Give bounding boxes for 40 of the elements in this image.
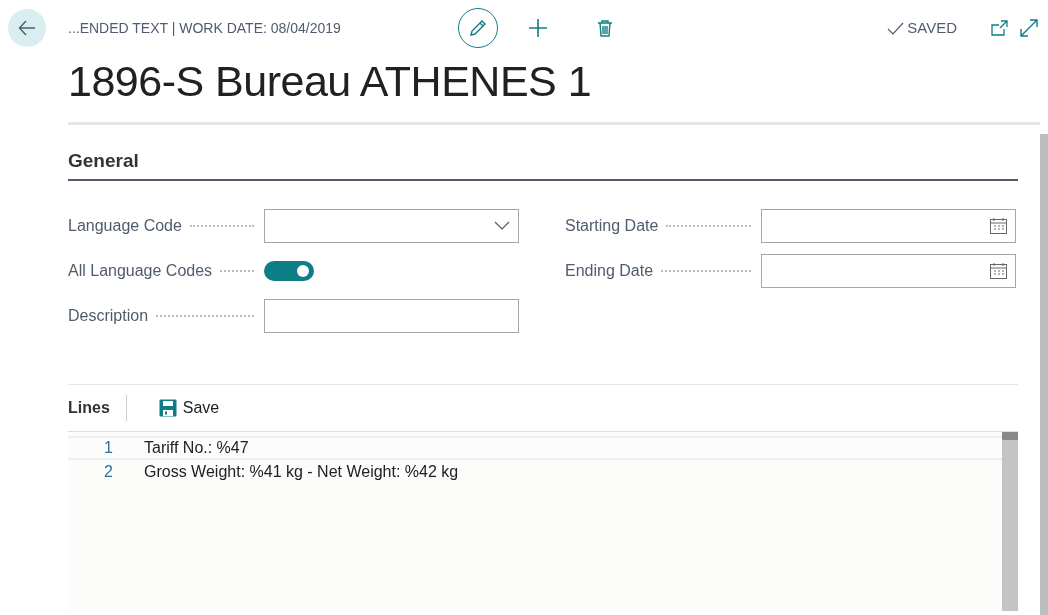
field-label: All Language Codes <box>68 260 213 281</box>
expand-icon <box>1020 19 1038 37</box>
page-caption: ...ENDED TEXT | WORK DATE: 08/04/2019 <box>68 18 342 38</box>
field-label: Ending Date <box>565 260 654 281</box>
page-title: 1896-S Bureau ATHENES 1 <box>68 56 593 107</box>
check-icon <box>887 20 905 36</box>
save-icon <box>158 399 177 418</box>
grid-row[interactable]: 1 Tariff No.: %47 <box>68 436 1002 461</box>
saved-label: SAVED <box>907 17 957 38</box>
new-button[interactable] <box>528 18 548 38</box>
back-button[interactable] <box>8 9 46 47</box>
back-arrow-icon <box>18 19 36 37</box>
line-text: Tariff No.: %47 <box>144 438 249 459</box>
field-label: Description <box>68 305 149 326</box>
dropdown-field[interactable] <box>264 208 519 243</box>
calendar-icon <box>990 262 1007 279</box>
date-field[interactable] <box>761 208 1016 243</box>
delete-button[interactable] <box>596 18 614 38</box>
chevron-down-icon <box>494 221 510 231</box>
field-label: Language Code <box>68 215 182 236</box>
text-field[interactable] <box>264 298 519 333</box>
field-label: Starting Date <box>565 215 659 236</box>
trash-icon <box>596 18 614 38</box>
save-button[interactable]: Save <box>158 396 220 421</box>
line-number: 1 <box>103 438 113 459</box>
pencil-icon <box>468 18 488 38</box>
date-field[interactable] <box>761 253 1016 288</box>
external-window-icon <box>991 20 1008 36</box>
grid-row[interactable]: 2 Gross Weight: %41 kg - Net Weight: %42 kg <box>68 460 1002 485</box>
section-heading: General <box>68 124 1018 182</box>
plus-icon <box>528 18 548 38</box>
open-new-window-button[interactable] <box>991 20 1008 36</box>
expand-button[interactable] <box>1020 19 1038 37</box>
page-scrollbar[interactable] <box>1040 134 1048 615</box>
toggle-switch[interactable] <box>264 260 314 281</box>
section-heading: Lines <box>68 395 127 422</box>
line-number: 2 <box>103 462 113 483</box>
line-text: Gross Weight: %41 kg - Net Weight: %42 kg <box>144 462 459 483</box>
calendar-icon <box>990 217 1007 234</box>
scrollbar[interactable] <box>1002 432 1018 612</box>
